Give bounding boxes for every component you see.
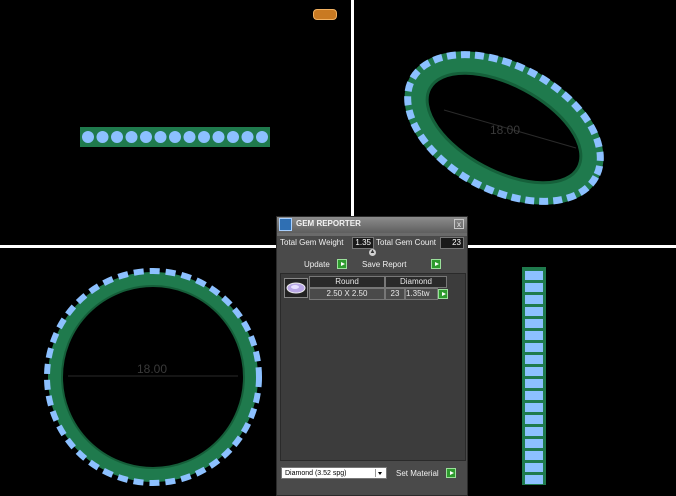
gem-bead <box>154 131 167 143</box>
material-select-value: Diamond (3.52 spg) <box>285 470 347 477</box>
gem-bead <box>525 439 543 448</box>
chevron-down-icon[interactable] <box>375 469 385 477</box>
gem-bead <box>256 131 268 143</box>
set-material-label[interactable]: Set Material <box>396 469 439 478</box>
gem-bead <box>212 131 225 143</box>
gem-bead <box>125 131 138 143</box>
gem-row-button[interactable] <box>438 289 448 299</box>
gem-bead <box>241 131 254 143</box>
gem-bead <box>525 307 543 316</box>
total-gem-weight-value: 1.35 <box>352 237 374 249</box>
top-view-ring: 18.00 <box>44 268 262 486</box>
gem-bead <box>525 475 543 484</box>
gem-bead <box>198 131 210 143</box>
gem-bead <box>96 131 109 143</box>
gem-bead <box>525 355 543 364</box>
total-gem-weight-label: Total Gem Weight <box>280 238 344 247</box>
gem-bead <box>111 131 123 143</box>
update-button[interactable] <box>337 259 347 269</box>
update-label[interactable]: Update <box>304 260 330 269</box>
viewport-perspective[interactable]: 18.00 <box>354 0 676 245</box>
gem-list[interactable]: Round Diamond 2.50 X 2.50 23 1.35tw <box>280 273 466 461</box>
gem-thumbnail[interactable] <box>284 278 308 298</box>
total-gem-count-label: Total Gem Count <box>376 238 437 247</box>
gem-material-header: Diamond <box>385 276 447 288</box>
gem-bead <box>525 379 543 388</box>
gem-reporter-panel: GEM REPORTER x Total Gem Weight 1.35 Tot… <box>276 216 468 496</box>
gem-bead <box>183 131 196 143</box>
side-view-ring <box>522 267 546 485</box>
gem-bead <box>525 463 543 472</box>
gem-size-cell: 2.50 X 2.50 <box>309 288 385 300</box>
title-underline <box>277 233 467 236</box>
view-cube-icon[interactable] <box>313 9 337 20</box>
save-report-button[interactable] <box>431 259 441 269</box>
perspective-dimension-label: 18.00 <box>490 123 520 137</box>
gem-bead <box>525 391 543 400</box>
panel-title-bar[interactable]: GEM REPORTER x <box>277 217 467 233</box>
gem-bead <box>227 131 239 143</box>
material-select[interactable]: Diamond (3.52 spg) <box>281 467 387 479</box>
gem-bead <box>525 367 543 376</box>
panel-title: GEM REPORTER <box>296 219 361 228</box>
front-view-ring <box>80 127 270 147</box>
gem-bead <box>525 319 543 328</box>
gem-bead <box>525 331 543 340</box>
gem-bead <box>525 343 543 352</box>
collapse-icon[interactable]: ▲ <box>369 249 376 256</box>
gem-bead <box>525 403 543 412</box>
perspective-ring: 18.00 <box>404 51 604 205</box>
gem-bead <box>82 131 94 143</box>
round-diamond-icon <box>286 282 306 294</box>
save-report-label[interactable]: Save Report <box>362 260 406 269</box>
gem-bead <box>140 131 152 143</box>
gem-shape-header: Round <box>309 276 385 288</box>
close-icon[interactable]: x <box>454 219 464 229</box>
gem-bead <box>525 451 543 460</box>
viewport-side[interactable] <box>470 249 676 496</box>
gem-bead <box>525 427 543 436</box>
gem-bead <box>525 415 543 424</box>
gem-bead <box>525 283 543 292</box>
gem-bead <box>525 295 543 304</box>
viewport-top[interactable]: 18.00 <box>0 249 273 496</box>
top-dimension-label: 18.00 <box>137 362 167 376</box>
gem-count-cell: 23 <box>385 288 405 300</box>
total-gem-count-value: 23 <box>440 237 464 249</box>
gem-reporter-logo-icon <box>279 218 292 231</box>
set-material-button[interactable] <box>446 468 456 478</box>
gem-weight-cell: 1.35tw <box>405 288 438 300</box>
gem-bead <box>169 131 181 143</box>
viewport-front[interactable] <box>0 0 351 245</box>
gem-bead <box>525 271 543 280</box>
